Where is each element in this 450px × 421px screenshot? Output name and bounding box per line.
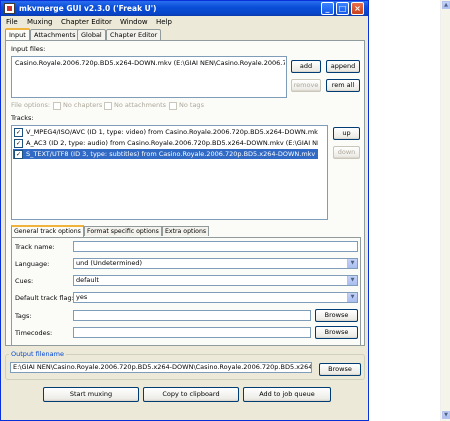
file-options-label: File options: bbox=[11, 101, 51, 109]
down-button[interactable]: down bbox=[333, 146, 360, 159]
chevron-down-icon[interactable]: ▼ bbox=[347, 259, 357, 268]
track-checkbox[interactable]: ✓ bbox=[14, 128, 23, 137]
track-name-label: Track name: bbox=[15, 243, 55, 251]
language-value: und (Undetermined) bbox=[76, 259, 142, 267]
add-to-job-queue-button[interactable]: Add to job queue bbox=[243, 387, 331, 402]
timecodes-browse-button[interactable]: Browse bbox=[315, 326, 358, 339]
menu-help[interactable]: Help bbox=[156, 17, 172, 27]
default-track-flag-select[interactable]: yes ▼ bbox=[73, 292, 358, 303]
add-button[interactable]: add bbox=[291, 60, 321, 73]
menu-muxing[interactable]: Muxing bbox=[27, 17, 52, 27]
menu-file[interactable]: File bbox=[6, 17, 18, 27]
tags-browse-button[interactable]: Browse bbox=[315, 309, 358, 322]
language-select[interactable]: und (Undetermined) ▼ bbox=[73, 258, 358, 269]
app-window: mkvmerge GUI v2.3.0 ('Freak U') _ □ × Fi… bbox=[0, 0, 369, 421]
no-attachments-label: No attachments bbox=[114, 101, 167, 109]
output-browse-button[interactable]: Browse bbox=[319, 363, 361, 376]
close-button[interactable]: × bbox=[351, 2, 364, 15]
start-muxing-button[interactable]: Start muxing bbox=[43, 387, 139, 402]
input-files-label: Input files: bbox=[11, 45, 46, 53]
copy-to-clipboard-button[interactable]: Copy to clipboard bbox=[143, 387, 239, 402]
language-label: Language: bbox=[15, 260, 50, 268]
track-name-input[interactable] bbox=[73, 241, 358, 252]
no-chapters-checkbox[interactable] bbox=[53, 102, 61, 110]
menu-window[interactable]: Window bbox=[120, 17, 148, 27]
chevron-down-icon[interactable]: ▼ bbox=[347, 293, 357, 302]
tab-extra-options[interactable]: Extra options bbox=[162, 226, 210, 236]
default-track-flag-label: Default track flag: bbox=[15, 294, 74, 302]
mkvmerge-icon bbox=[4, 3, 15, 14]
tab-format-specific-options[interactable]: Format specific options bbox=[84, 226, 162, 236]
window-title: mkvmerge GUI v2.3.0 ('Freak U') bbox=[19, 4, 157, 13]
output-filename-input[interactable]: E:\GIAI NEN\Casino.Royale.2006.720p.BD5.… bbox=[10, 362, 312, 373]
tags-label: Tags: bbox=[15, 312, 32, 320]
input-files-list[interactable]: Casino.Royale.2006.720p.BD5.x264-DOWN.mk… bbox=[11, 56, 287, 98]
no-tags-label: No tags bbox=[179, 101, 204, 109]
tags-input[interactable] bbox=[73, 310, 311, 321]
tab-general-track-options[interactable]: General track options bbox=[11, 225, 84, 237]
track-label: A_AC3 (ID 2, type: audio) from Casino.Ro… bbox=[26, 139, 318, 147]
output-filename-label: Output filename bbox=[9, 350, 66, 359]
remove-button[interactable]: remove bbox=[291, 79, 321, 92]
up-button[interactable]: up bbox=[333, 127, 360, 140]
track-row-audio[interactable]: ✓ A_AC3 (ID 2, type: audio) from Casino.… bbox=[13, 138, 318, 148]
tab-chapter-editor[interactable]: Chapter Editor bbox=[106, 29, 162, 40]
tracks-list[interactable]: ✓ V_MPEG4/ISO/AVC (ID 1, type: video) fr… bbox=[11, 125, 328, 220]
no-tags-checkbox[interactable] bbox=[169, 102, 177, 110]
rem-all-button[interactable]: rem all bbox=[326, 79, 360, 92]
maximize-button[interactable]: □ bbox=[336, 2, 349, 15]
track-label: V_MPEG4/ISO/AVC (ID 1, type: video) from… bbox=[26, 128, 318, 136]
default-track-flag-value: yes bbox=[76, 293, 88, 301]
page-scrollbar[interactable]: ▲ ▼ bbox=[440, 0, 450, 421]
track-checkbox[interactable]: ✓ bbox=[14, 139, 23, 148]
scroll-down-icon[interactable]: ▼ bbox=[442, 411, 450, 419]
append-button[interactable]: append bbox=[326, 60, 360, 73]
track-label: S_TEXT/UTF8 (ID 3, type: subtitles) from… bbox=[26, 150, 318, 158]
no-chapters-label: No chapters bbox=[63, 101, 103, 109]
cues-label: Cues: bbox=[15, 277, 34, 285]
chevron-down-icon[interactable]: ▼ bbox=[347, 276, 357, 285]
track-row-subtitles[interactable]: ✓ S_TEXT/UTF8 (ID 3, type: subtitles) fr… bbox=[13, 149, 318, 159]
menu-bar: File Muxing Chapter Editor Window Help bbox=[1, 16, 368, 28]
track-row-video[interactable]: ✓ V_MPEG4/ISO/AVC (ID 1, type: video) fr… bbox=[13, 127, 318, 137]
tab-attachments[interactable]: Attachments bbox=[30, 29, 80, 40]
minimize-button[interactable]: _ bbox=[321, 2, 334, 15]
timecodes-label: Timecodes: bbox=[15, 329, 53, 337]
no-attachments-checkbox[interactable] bbox=[104, 102, 112, 110]
cues-select[interactable]: default ▼ bbox=[73, 275, 358, 286]
timecodes-input[interactable] bbox=[73, 327, 311, 338]
tracks-label: Tracks: bbox=[11, 114, 34, 122]
title-bar[interactable]: mkvmerge GUI v2.3.0 ('Freak U') _ □ × bbox=[1, 1, 368, 16]
cues-value: default bbox=[76, 276, 99, 284]
track-checkbox[interactable]: ✓ bbox=[14, 150, 23, 159]
scroll-up-icon[interactable]: ▲ bbox=[442, 1, 450, 9]
menu-chapter-editor[interactable]: Chapter Editor bbox=[61, 17, 112, 27]
tab-global[interactable]: Global bbox=[77, 29, 106, 40]
input-file-item[interactable]: Casino.Royale.2006.720p.BD5.x264-DOWN.mk… bbox=[15, 59, 285, 68]
